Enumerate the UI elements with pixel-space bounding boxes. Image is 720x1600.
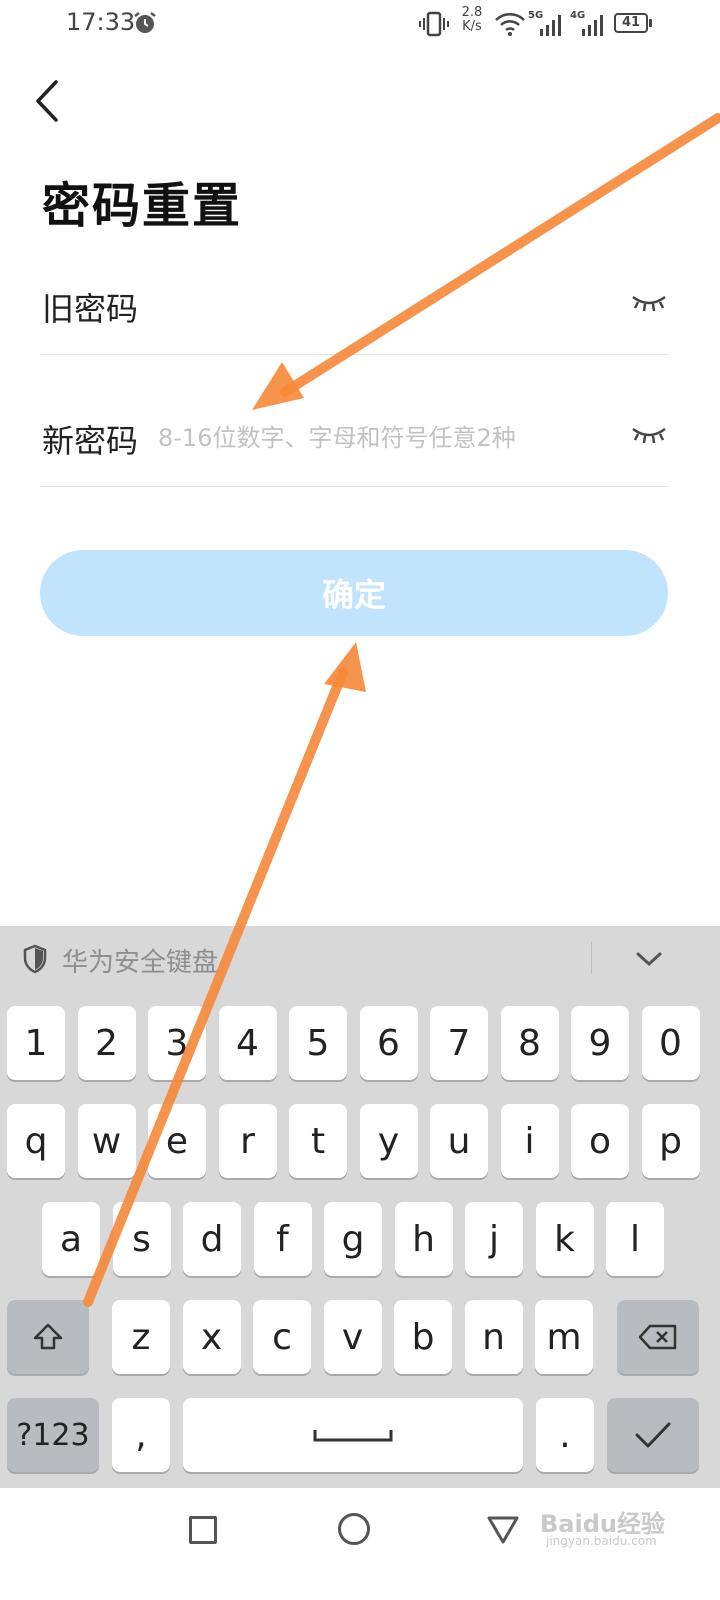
annotation-arrow-line xyxy=(83,667,348,1307)
annotation-arrows xyxy=(83,113,720,1307)
annotation-arrowhead xyxy=(252,362,304,410)
annotation-arrowhead xyxy=(324,642,366,692)
annotation-arrow-line xyxy=(280,113,720,397)
